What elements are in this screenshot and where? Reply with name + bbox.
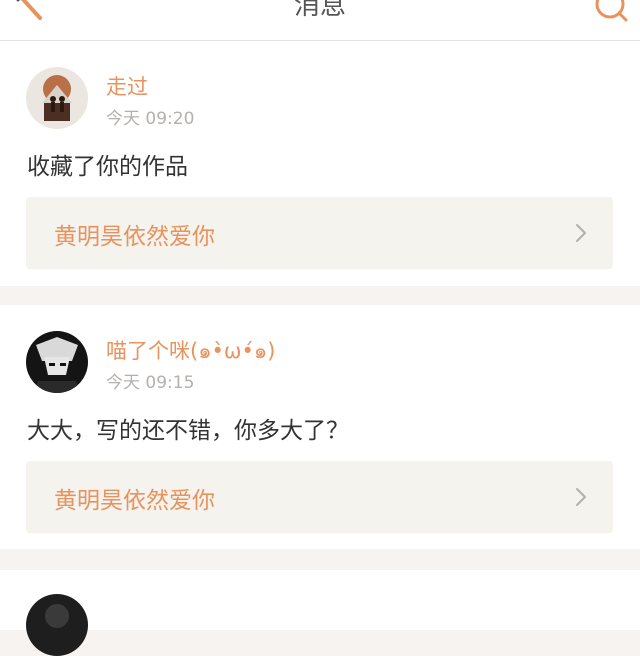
username[interactable]: 喵了个咪(๑•̀ω•́๑) — [106, 335, 275, 368]
message-text: 大大，写的还不错，你多大了？ — [27, 418, 349, 444]
avatar-image — [26, 594, 88, 656]
message-item[interactable] — [0, 570, 640, 656]
work-title: 黄明昊依然爱你 — [54, 224, 215, 250]
page-title: 消息 — [293, 0, 346, 21]
chevron-right-icon — [576, 488, 586, 506]
avatar[interactable] — [26, 331, 88, 393]
timestamp: 今天 09:20 — [106, 109, 195, 129]
message-item[interactable]: 喵了个咪(๑•̀ω•́๑) 今天 09:15 大大，写的还不错，你多大了？ 黄明… — [0, 305, 640, 549]
timestamp: 今天 09:15 — [106, 373, 195, 393]
avatar[interactable] — [26, 67, 88, 129]
message-item[interactable]: 走过 今天 09:20 收藏了你的作品 黄明昊依然爱你 — [0, 41, 640, 286]
avatar-image — [26, 331, 88, 393]
avatar-image — [26, 67, 88, 129]
top-nav-bar: 消息 — [0, 0, 640, 41]
message-text: 收藏了你的作品 — [27, 154, 188, 180]
username[interactable]: 走过 — [106, 71, 148, 101]
work-title: 黄明昊依然爱你 — [54, 488, 215, 514]
search-icon[interactable] — [590, 0, 630, 24]
referenced-work[interactable]: 黄明昊依然爱你 — [26, 461, 613, 533]
avatar[interactable] — [26, 594, 88, 656]
referenced-work[interactable]: 黄明昊依然爱你 — [26, 197, 613, 269]
chevron-right-icon — [576, 224, 586, 242]
